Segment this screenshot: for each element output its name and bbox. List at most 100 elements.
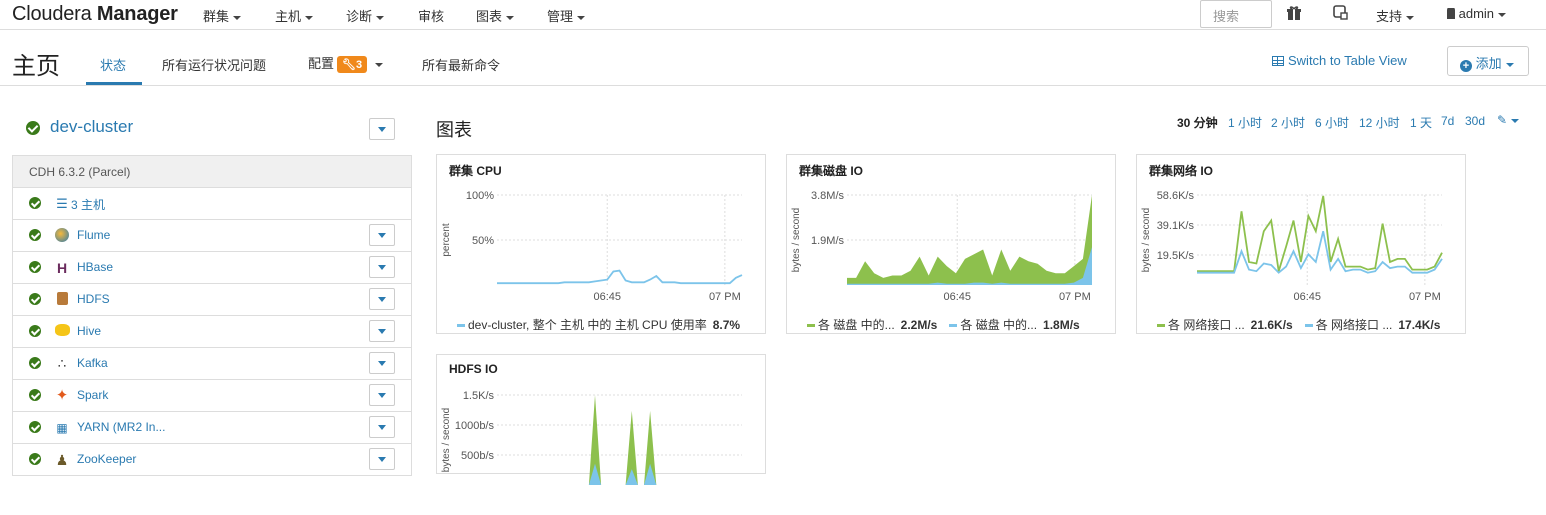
legend-item[interactable]: dev-cluster, 整个 主机 中的 主机 CPU 使用率 8.7% [457,318,740,332]
time-range-option[interactable]: 7d [1441,114,1454,128]
list-item-service[interactable]: HDFS [13,284,411,316]
chart-legend: 各 磁盘 中的... 2.2M/s 各 磁盘 中的... 1.8M/s [807,316,1092,333]
chevron-down-icon [376,15,385,20]
time-range-option[interactable]: 30d [1465,114,1485,128]
good-health-icon [26,120,40,135]
chart-panel[interactable]: 群集磁盘 IO 3.8M/s 1.9M/s 06:45 07 PM bytes / sec… [786,154,1116,334]
plus-circle-icon: + [1460,60,1472,72]
chart-panel[interactable]: 群集 CPU 100% 50% 06:45 07 PM percent dev-cluste… [436,154,766,334]
hosts-link[interactable]: 3 主机 [71,196,105,213]
tab-status[interactable]: 状态 [100,55,126,74]
x-tick-label: 06:45 [1293,291,1321,303]
add-button[interactable]: + 添加 [1447,46,1529,76]
time-range-option[interactable]: 2 小时 [1271,114,1305,131]
service-link[interactable]: Flume [77,228,110,242]
x-tick-label: 06:45 [593,291,621,303]
service-actions-dropdown[interactable] [369,224,395,246]
tab-configuration[interactable]: 配置 🔧︎3 [308,53,384,73]
legend-label: 各 磁盘 中的... [818,318,895,332]
nav-audits-link[interactable]: 审核 [418,6,444,25]
service-link[interactable]: Spark [77,388,108,402]
chevron-down-icon [375,62,384,67]
tab-all-recent-commands[interactable]: 所有最新命令 [422,55,500,74]
list-item-service[interactable]: H HBase [13,252,411,284]
x-tick-label: 07 PM [1059,291,1091,303]
legend-label: 各 网络接口 ... [1168,318,1245,332]
nav-hosts-menu[interactable]: 主机 [275,6,314,25]
service-actions-dropdown[interactable] [369,288,395,310]
service-actions-dropdown[interactable] [369,320,395,342]
parcel-icon[interactable] [1333,5,1349,24]
legend-item[interactable]: 各 磁盘 中的... 1.8M/s [949,318,1080,332]
good-health-icon [29,357,41,369]
service-actions-dropdown[interactable] [369,448,395,470]
service-link[interactable]: ZooKeeper [77,452,136,466]
chevron-down-icon [1511,118,1520,123]
search-input[interactable]: 搜索 [1200,0,1272,28]
legend-item[interactable]: 各 磁盘 中的... 2.2M/s [807,318,937,332]
switch-to-table-view-link[interactable]: Switch to Table View [1272,53,1407,68]
list-item-service[interactable]: Flume [13,220,411,252]
service-actions-dropdown[interactable] [369,384,395,406]
zookeeper-icon: ♟ [55,452,69,468]
y-tick-label: 39.1K/s [1157,220,1195,232]
gift-icon[interactable] [1286,5,1302,24]
list-item-service[interactable]: ✦ Spark [13,380,411,412]
time-range-option[interactable]: 30 分钟 [1177,114,1218,131]
active-tab-indicator [86,82,142,85]
good-health-icon [29,325,41,337]
pencil-icon: ✎ [1497,113,1508,127]
y-axis-label: percent [441,223,452,257]
y-tick-label: 50% [472,235,494,247]
list-item-service[interactable]: ▦ YARN (MR2 In... [13,412,411,444]
chart-plot: 100% 50% 06:45 07 PM percent [441,190,743,303]
tab-all-health-issues[interactable]: 所有运行状况问题 [162,55,266,74]
cluster-name-link[interactable]: dev-cluster [26,117,133,137]
service-actions-dropdown[interactable] [369,416,395,438]
chart-panel[interactable]: 群集网络 IO 58.6K/s 39.1K/s 19.5K/s 06:45 07 PM by… [1136,154,1466,334]
service-actions-dropdown[interactable] [369,352,395,374]
service-link[interactable]: Hive [77,324,101,338]
app-logo[interactable]: Cloudera Manager [12,3,178,26]
list-item-service[interactable]: ∴ Kafka [13,348,411,380]
service-link[interactable]: HDFS [77,292,110,306]
support-menu[interactable]: 支持 [1376,6,1415,25]
list-item-hosts[interactable]: ☰ 3 主机 [13,188,411,220]
legend-value: 21.6K/s [1250,318,1293,332]
kafka-icon: ∴ [57,356,67,371]
nav-charts-menu[interactable]: 图表 [476,6,515,25]
time-range-option[interactable]: 12 小时 [1359,114,1400,131]
y-axis-label: bytes / second [791,208,802,272]
chevron-down-icon [577,15,586,20]
chart-panel[interactable]: HDFS IO 1.5K/s 1000b/s 500b/s bytes / second [436,354,766,485]
hive-icon [54,324,70,340]
nav-clusters-menu[interactable]: 群集 [203,6,242,25]
cluster-actions-dropdown[interactable] [369,118,395,140]
good-health-icon [29,389,41,401]
chart-plot: 3.8M/s 1.9M/s 06:45 07 PM bytes / second [791,190,1092,303]
good-health-icon [29,453,41,465]
service-actions-dropdown[interactable] [369,256,395,278]
service-link[interactable]: YARN (MR2 In... [77,420,165,434]
legend-item[interactable]: 各 网络接口 ... 17.4K/s [1304,318,1440,332]
list-item-service[interactable]: ♟ ZooKeeper [13,444,411,476]
table-icon [1272,56,1284,66]
nav-admin-menu[interactable]: 管理 [547,6,586,25]
service-link[interactable]: HBase [77,260,113,274]
list-item-service[interactable]: Hive [13,316,411,348]
y-tick-label: 58.6K/s [1157,190,1195,202]
edit-charts-menu[interactable]: ✎ [1497,113,1520,127]
time-range-option[interactable]: 1 天 [1410,114,1432,131]
time-range-option[interactable]: 1 小时 [1228,114,1262,131]
yarn-icon: ▦ [56,421,68,435]
top-navbar: Cloudera Manager 群集 主机 诊断 审核 图表 管理 搜索 支持… [0,0,1546,30]
series-path [1197,230,1443,274]
service-link[interactable]: Kafka [77,356,108,370]
nav-diagnostics-menu[interactable]: 诊断 [346,6,385,25]
y-tick-label: 1.9M/s [811,235,845,247]
logo-light-text: Cloudera [12,3,92,25]
chevron-down-icon [506,15,515,20]
legend-item[interactable]: 各 网络接口 ... 21.6K/s [1157,318,1293,332]
time-range-option[interactable]: 6 小时 [1315,114,1349,131]
user-menu[interactable]: admin [1447,6,1507,21]
